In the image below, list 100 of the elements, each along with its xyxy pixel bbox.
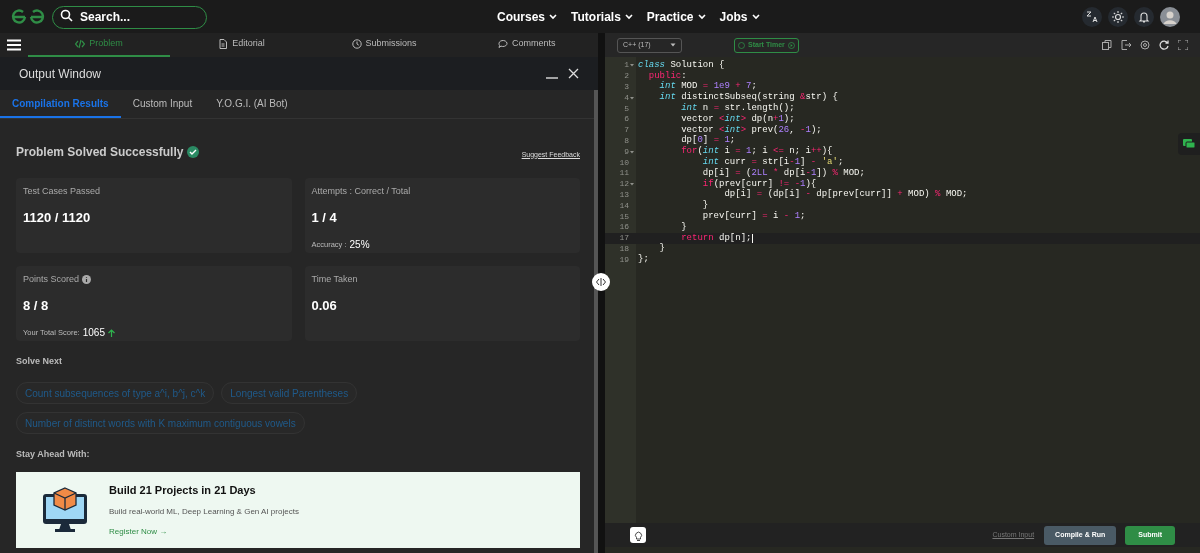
code-line: prev[curr] = i - 1; bbox=[701, 212, 806, 222]
nav-menu[interactable]: Practice bbox=[646, 7, 707, 26]
line-number: 9 bbox=[624, 147, 629, 156]
hint-button[interactable] bbox=[630, 527, 646, 543]
code-line: return dp[n]; bbox=[638, 233, 754, 243]
line-number: 4 bbox=[624, 93, 629, 102]
fullscreen-icon bbox=[1178, 40, 1188, 50]
output-tab[interactable]: Custom Input bbox=[120, 90, 205, 118]
code-line: } bbox=[680, 222, 687, 232]
line-number: 19 bbox=[619, 255, 629, 264]
settings-button[interactable] bbox=[1140, 40, 1150, 50]
problem-tab[interactable]: Editorial bbox=[170, 33, 313, 57]
line-number: 17 bbox=[619, 234, 629, 243]
fullscreen-button[interactable] bbox=[1178, 40, 1188, 50]
line-number: 12 bbox=[619, 180, 629, 189]
stat-value: 8 / 8 bbox=[23, 296, 50, 315]
code-line: int distinctSubseq(string &str) { bbox=[658, 93, 838, 103]
resize-icon bbox=[596, 278, 606, 286]
lightbulb-icon bbox=[632, 529, 644, 541]
line-number: 5 bbox=[624, 104, 629, 113]
code-line: for(int i = 1; i <= n; i++){ bbox=[680, 147, 833, 157]
nav-menu[interactable]: Courses bbox=[497, 7, 559, 26]
line-number: 8 bbox=[624, 136, 629, 145]
stat-label: Points Scored bbox=[23, 273, 80, 286]
code-line: int n = str.length(); bbox=[680, 104, 795, 114]
problem-tab[interactable]: Submissions bbox=[312, 33, 456, 57]
code-icon bbox=[75, 39, 86, 49]
reset-icon bbox=[1159, 40, 1169, 50]
copy-button[interactable] bbox=[1102, 40, 1112, 50]
export-icon bbox=[1121, 40, 1131, 50]
theme-button[interactable] bbox=[1108, 6, 1128, 27]
code-line: if(prev[curr] != -1){ bbox=[701, 179, 817, 189]
stat-value: 1120 / 1120 bbox=[23, 208, 92, 227]
promo-text: Build real-world ML, Deep Learning & Gen AI projects bbox=[109, 506, 299, 519]
code-line: int curr = str[i-1] - 'a'; bbox=[701, 158, 844, 168]
chevron-icon bbox=[750, 12, 761, 21]
translate-button[interactable] bbox=[1082, 6, 1102, 27]
chat-button[interactable] bbox=[1178, 133, 1200, 155]
line-number: 15 bbox=[619, 212, 629, 221]
check-circle-icon bbox=[187, 146, 200, 158]
timer-icon bbox=[738, 41, 745, 49]
export-button[interactable] bbox=[1121, 40, 1131, 50]
code-line: vector <int> prev(26, -1); bbox=[680, 125, 822, 135]
stat-value: 1 / 4 bbox=[311, 208, 338, 227]
translate-icon bbox=[1086, 10, 1098, 23]
caret-icon bbox=[670, 43, 676, 47]
code-line: class Solution { bbox=[638, 60, 725, 70]
line-number: 1 bbox=[624, 61, 629, 70]
scrollbar[interactable] bbox=[594, 90, 598, 553]
line-number: 14 bbox=[619, 201, 629, 210]
code-line: }; bbox=[638, 255, 649, 265]
code-line: vector <int> dp(n+1); bbox=[680, 114, 795, 124]
theme-icon bbox=[1112, 10, 1124, 23]
avatar-icon bbox=[1160, 6, 1180, 27]
menu-icon bbox=[6, 39, 21, 51]
stat-value: 0.06 bbox=[311, 296, 338, 315]
code-line: dp[0] = 1; bbox=[680, 136, 736, 146]
close-button[interactable] bbox=[568, 68, 579, 79]
code-line: dp[i] = (dp[i] - dp[prev[curr]] + MOD) % MOD; bbox=[723, 190, 968, 200]
document-icon bbox=[218, 39, 229, 49]
nav-menu[interactable]: Tutorials bbox=[571, 7, 634, 26]
section-heading: Stay Ahead With: bbox=[16, 447, 91, 461]
output-tab[interactable]: Y.O.G.I. (AI Bot) bbox=[204, 90, 300, 118]
problem-tab[interactable]: Comments bbox=[455, 33, 598, 57]
status-heading: Problem Solved Successfully bbox=[16, 144, 184, 161]
chevron-icon bbox=[623, 12, 634, 21]
line-number: 11 bbox=[619, 169, 629, 178]
stat-sub-value: 25% bbox=[349, 238, 370, 252]
line-number: 10 bbox=[619, 158, 629, 167]
line-number: 6 bbox=[624, 115, 629, 124]
register-link[interactable]: Register Now → bbox=[109, 526, 299, 539]
stat-label: Attempts : Correct / Total bbox=[311, 185, 411, 198]
close-icon bbox=[568, 68, 579, 79]
play-icon bbox=[787, 41, 795, 49]
stat-sub-value: 1065 bbox=[82, 326, 105, 340]
logo-icon bbox=[10, 7, 46, 26]
line-number: 3 bbox=[624, 83, 629, 91]
line-number: 18 bbox=[619, 244, 629, 253]
chevron-icon bbox=[548, 12, 559, 21]
settings-icon bbox=[1140, 40, 1150, 50]
promo-title: Build 21 Projects in 21 Days bbox=[109, 482, 257, 498]
minimize-icon bbox=[546, 77, 558, 79]
chat-icon bbox=[1183, 138, 1195, 150]
reset-button[interactable] bbox=[1159, 40, 1169, 50]
line-number: 16 bbox=[619, 223, 629, 232]
stat-label: Test Cases Passed bbox=[23, 185, 101, 198]
code-line: dp[i] = (2LL * dp[i-1]) % MOD; bbox=[701, 168, 865, 178]
stat-label: Time Taken bbox=[311, 273, 358, 286]
line-number: 13 bbox=[619, 190, 629, 199]
notification-icon bbox=[1138, 10, 1150, 23]
line-number: 7 bbox=[624, 126, 629, 135]
search-field[interactable]: Search... bbox=[52, 5, 207, 29]
notification-button[interactable] bbox=[1134, 6, 1154, 27]
search-icon bbox=[60, 9, 73, 23]
section-heading: Solve Next bbox=[16, 355, 64, 368]
nav-menu[interactable]: Jobs bbox=[719, 7, 761, 26]
computer-box-icon bbox=[41, 486, 89, 534]
window-title: Output Window bbox=[19, 65, 102, 83]
copy-icon bbox=[1102, 40, 1112, 50]
code-line: public: bbox=[647, 71, 687, 81]
